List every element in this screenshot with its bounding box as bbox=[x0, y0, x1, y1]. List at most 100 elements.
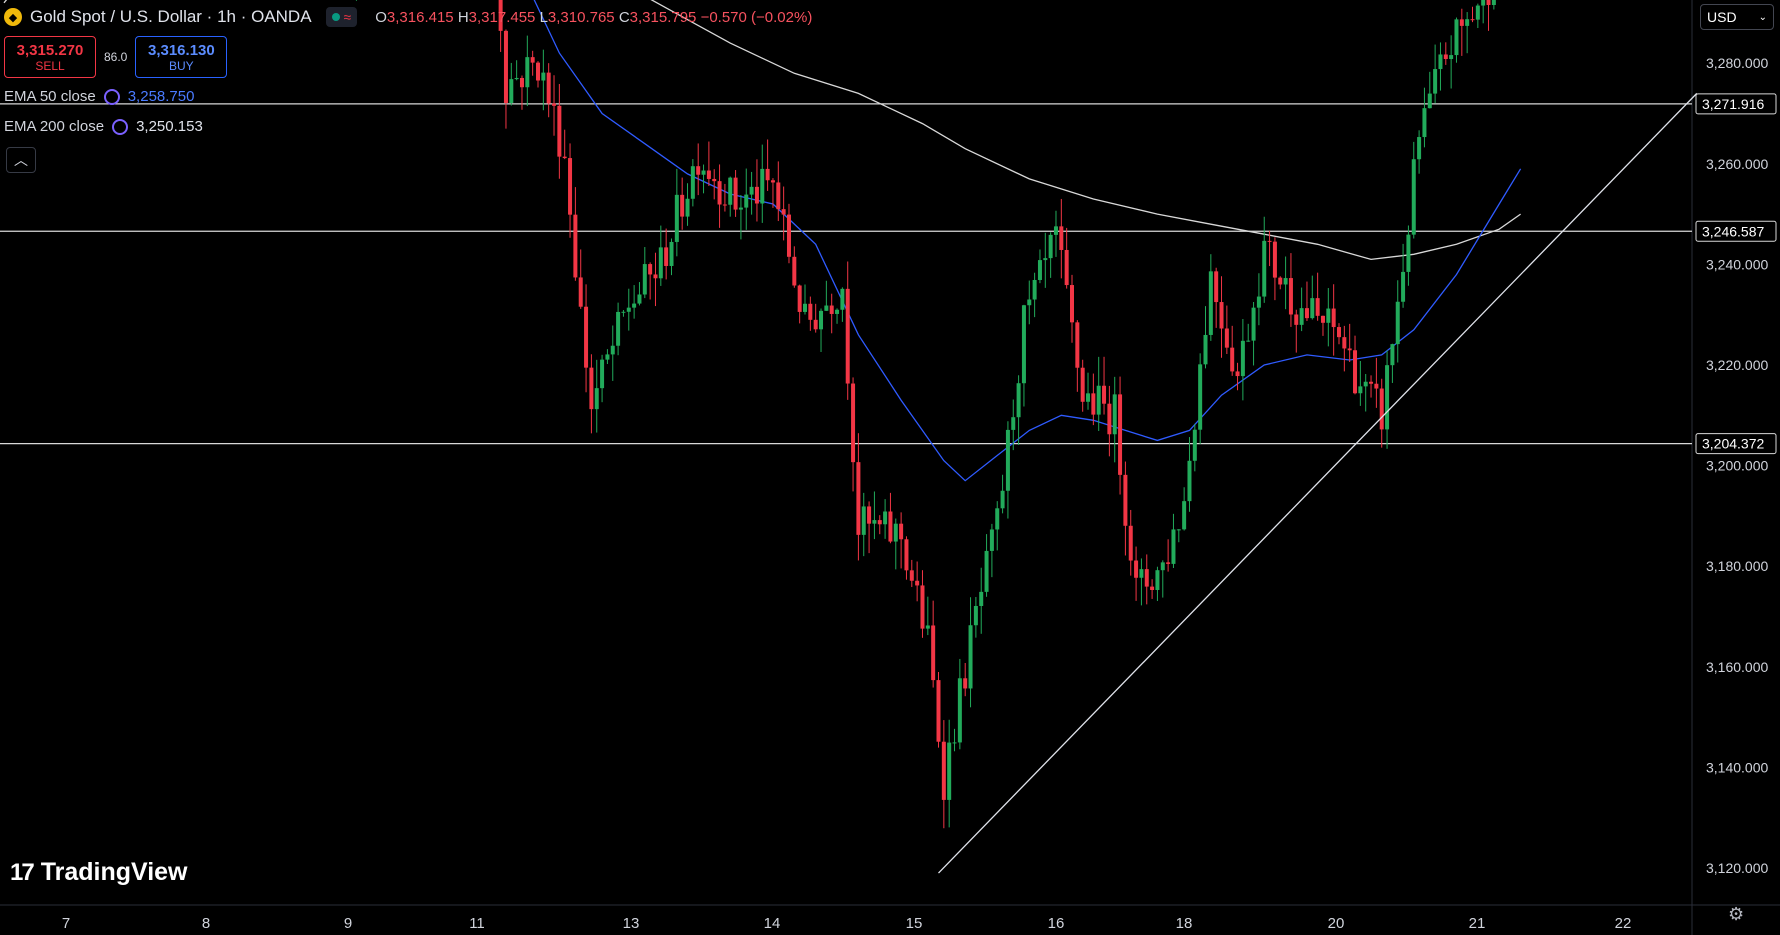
candle-up bbox=[669, 241, 674, 266]
sell-label: SELL bbox=[35, 58, 65, 73]
candle-down bbox=[781, 209, 786, 215]
candle-down bbox=[1134, 560, 1139, 578]
candle-up bbox=[1395, 301, 1400, 345]
candle-down bbox=[1443, 54, 1448, 60]
candle-up bbox=[1155, 570, 1160, 590]
y-tick-label: 3,200.000 bbox=[1706, 458, 1768, 474]
candle-up bbox=[1411, 159, 1416, 235]
candle-down bbox=[867, 506, 872, 524]
candle-up bbox=[1048, 234, 1053, 259]
candle-up bbox=[1481, 0, 1486, 6]
x-tick-label: 21 bbox=[1469, 915, 1486, 932]
candle-up bbox=[1251, 307, 1256, 341]
candle-down bbox=[786, 214, 791, 257]
ema200-value: 3,250.153 bbox=[136, 118, 203, 135]
spread-value: 86.0 bbox=[104, 50, 128, 64]
candle-up bbox=[1262, 240, 1267, 297]
candle-up bbox=[674, 194, 679, 242]
candle-up bbox=[658, 247, 663, 279]
candle-up bbox=[605, 354, 610, 360]
candle-down bbox=[696, 166, 701, 175]
candle-down bbox=[1144, 569, 1149, 587]
ohlc-legend: O3,316.415 H3,317.455 L3,310.765 C3,315.… bbox=[375, 9, 812, 26]
buy-price: 3,316.130 bbox=[147, 41, 215, 59]
candle-up bbox=[893, 523, 898, 542]
candle-up bbox=[1096, 385, 1101, 415]
candle-up bbox=[1406, 234, 1411, 272]
candle-down bbox=[877, 520, 882, 525]
price-chart[interactable]: 3,120.000 3,140.000 3,160.000 3,180.000 3,20… bbox=[0, 0, 1780, 935]
candle-up bbox=[1171, 529, 1176, 564]
candle-down bbox=[648, 264, 653, 275]
y-tick-label: 3,140.000 bbox=[1706, 759, 1768, 775]
candle-down bbox=[851, 383, 856, 463]
candle-down bbox=[963, 678, 968, 689]
market-status[interactable]: ≈ bbox=[325, 7, 358, 27]
candle-down bbox=[706, 170, 711, 179]
candle-down bbox=[1347, 348, 1352, 351]
candle-up bbox=[1401, 271, 1406, 302]
collapse-legend-button[interactable]: ︿ bbox=[6, 147, 36, 173]
low-key: L bbox=[539, 8, 548, 26]
candle-down bbox=[573, 214, 578, 278]
candle-down bbox=[552, 103, 557, 106]
x-tick-label: 22 bbox=[1615, 915, 1632, 932]
candle-down bbox=[536, 62, 540, 81]
candle-up bbox=[1027, 299, 1032, 306]
x-tick-label: 9 bbox=[344, 915, 352, 932]
x-tick-label: 14 bbox=[764, 915, 781, 932]
ema200-legend[interactable]: EMA 200 close 3,250.153 bbox=[4, 118, 203, 135]
candle-down bbox=[797, 285, 802, 312]
candle-up bbox=[600, 359, 605, 389]
candle-down bbox=[931, 625, 936, 681]
candle-down bbox=[680, 194, 685, 217]
candle-up bbox=[1000, 490, 1005, 509]
candle-down bbox=[936, 680, 941, 742]
candle-up bbox=[541, 72, 546, 81]
candle-down bbox=[519, 77, 524, 88]
candle-up bbox=[738, 207, 743, 210]
candle-down bbox=[1369, 381, 1374, 384]
candle-down bbox=[546, 72, 551, 104]
ema50-label: EMA 50 close bbox=[4, 88, 96, 105]
candle-down bbox=[1486, 0, 1491, 5]
x-tick-label: 18 bbox=[1176, 915, 1193, 932]
candle-down bbox=[530, 57, 535, 63]
buy-button[interactable]: 3,316.130 BUY bbox=[135, 36, 228, 78]
candle-down bbox=[1272, 241, 1277, 278]
candle-up bbox=[1283, 278, 1288, 285]
settings-gear-icon[interactable]: ⚙ bbox=[1728, 904, 1744, 925]
candle-down bbox=[813, 319, 818, 330]
symbol-title[interactable]: Gold Spot / U.S. Dollar · 1h · OANDA bbox=[30, 7, 312, 27]
candle-down bbox=[1267, 240, 1272, 242]
candle-up bbox=[1326, 308, 1331, 323]
candle-up bbox=[979, 591, 984, 606]
chevron-up-icon: ︿ bbox=[14, 152, 28, 168]
candle-down bbox=[754, 186, 759, 204]
candle-down bbox=[1353, 350, 1358, 394]
low-value: 3,310.765 bbox=[547, 8, 615, 26]
candle-down bbox=[578, 277, 583, 307]
candle-down bbox=[1118, 394, 1123, 475]
candle-down bbox=[1224, 328, 1229, 348]
sell-button[interactable]: 3,315.270 SELL bbox=[4, 36, 96, 78]
candle-up bbox=[1449, 55, 1454, 60]
candle-up bbox=[957, 678, 962, 743]
chart-background bbox=[0, 0, 1780, 935]
candle-down bbox=[1320, 315, 1325, 323]
ema50-value: 3,258.750 bbox=[127, 88, 195, 105]
level-tag-label: 3,204.372 bbox=[1702, 436, 1764, 452]
candle-up bbox=[861, 506, 866, 535]
ema50-legend[interactable]: EMA 50 close 3,258.750 bbox=[4, 88, 194, 105]
trade-panel: 3,315.270 SELL 86.0 3,316.130 BUY bbox=[4, 36, 228, 78]
candle-up bbox=[1182, 501, 1187, 530]
candle-down bbox=[1059, 226, 1064, 250]
candle-up bbox=[632, 303, 637, 308]
candle-down bbox=[888, 511, 893, 542]
candle-down bbox=[1107, 403, 1112, 435]
candle-up bbox=[1491, 0, 1496, 5]
currency-selector[interactable]: USD ⌄ bbox=[1700, 4, 1774, 30]
change-value: −0.570 (−0.02%) bbox=[700, 8, 813, 26]
candle-up bbox=[1385, 365, 1390, 430]
candle-down bbox=[1070, 285, 1074, 323]
